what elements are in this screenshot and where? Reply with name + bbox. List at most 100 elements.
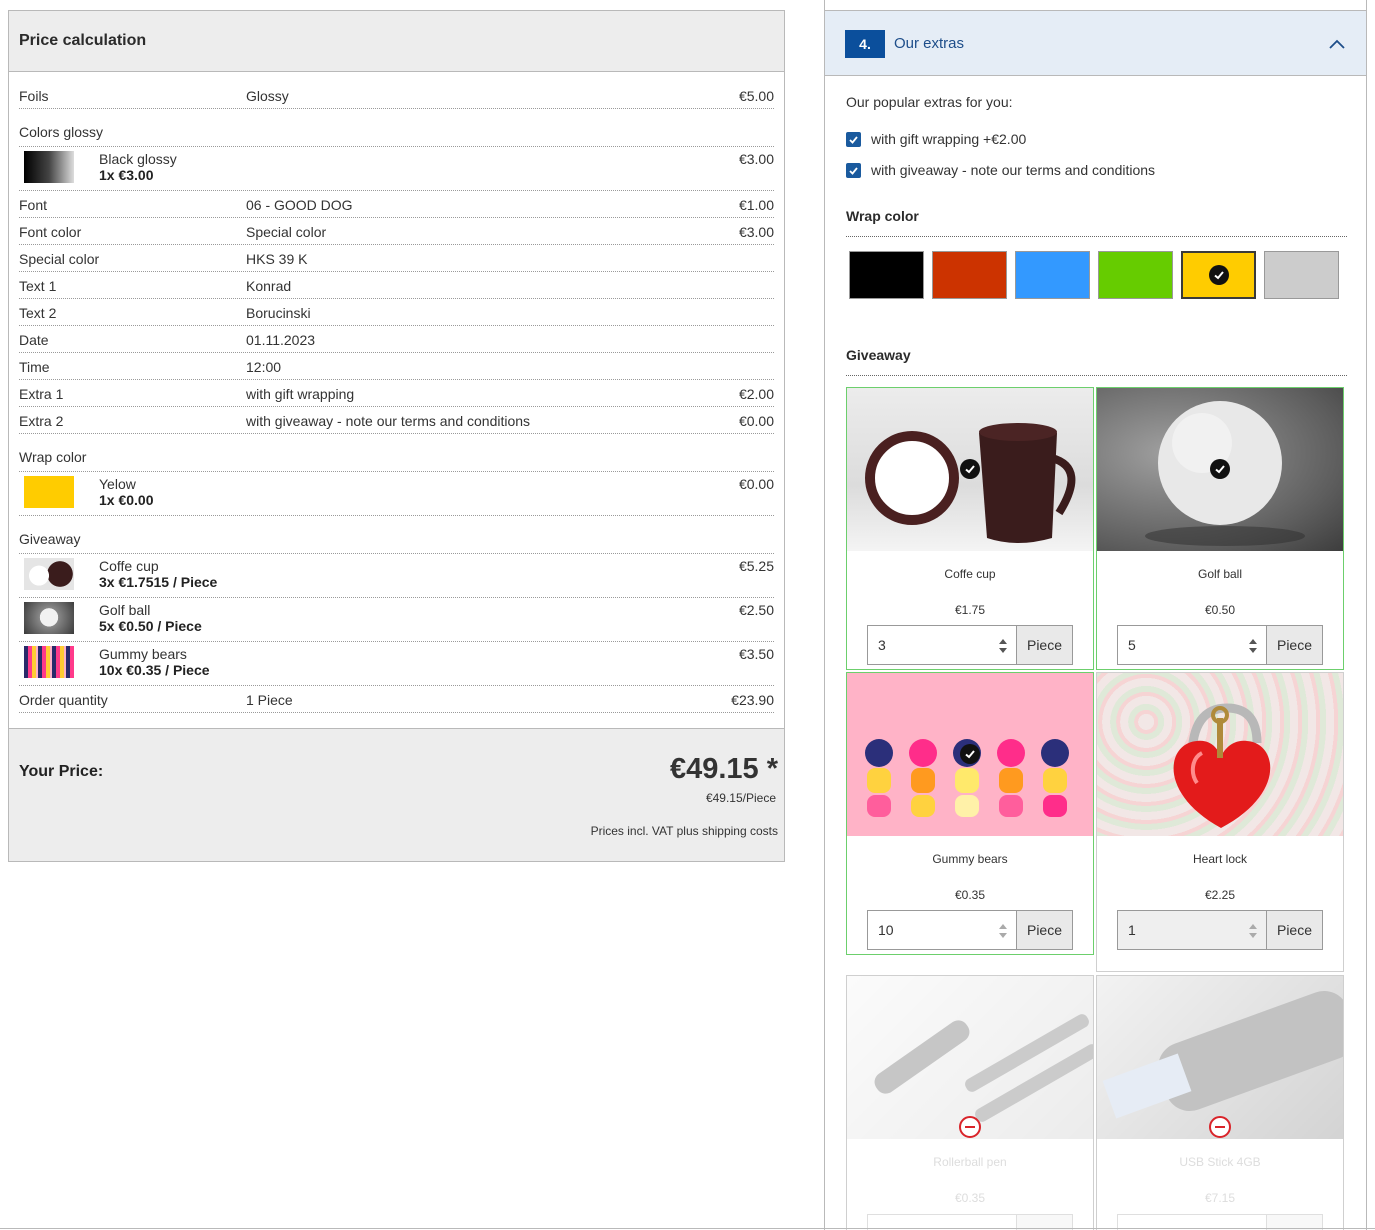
unit-label: Piece xyxy=(1267,625,1323,665)
gift-wrapping-label: with gift wrapping +€2.00 xyxy=(871,131,1027,147)
quantity-input[interactable]: 3 xyxy=(867,625,1017,665)
quantity-stepper[interactable]: 5 Piece xyxy=(1117,625,1323,665)
product-name: Coffe cup xyxy=(944,567,996,581)
product-name: Golf ball xyxy=(1197,567,1243,581)
item-qty: 10x €0.35 / Piece xyxy=(99,662,210,678)
item-qty: 1x €0.00 xyxy=(99,492,154,508)
item-qty: 3x €1.7515 / Piece xyxy=(99,574,218,590)
wrap-color-swatches xyxy=(849,251,1339,299)
swatch-grey[interactable] xyxy=(1264,251,1339,299)
quantity-input[interactable]: 5 xyxy=(1117,625,1267,665)
item-price: €0.00 xyxy=(738,476,774,492)
spinner-icon[interactable] xyxy=(998,637,1008,655)
row-text1: Text 1 Konrad xyxy=(19,272,774,299)
row-price: €23.90 xyxy=(731,692,774,708)
item-golf-ball: Golf ball 5x €0.50 / Piece €2.50 xyxy=(19,598,774,642)
usb-stick-illustration xyxy=(1102,990,1343,1119)
spinner-icon[interactable] xyxy=(1248,922,1258,940)
row-value: Special color xyxy=(246,224,327,240)
black-glossy-swatch xyxy=(24,151,74,183)
checkbox-checked-icon[interactable] xyxy=(846,131,861,147)
extras-accordion-header[interactable]: 4. Our extras xyxy=(825,10,1366,76)
quantity-input[interactable]: 1 xyxy=(1117,910,1267,950)
quantity-input[interactable]: 10 xyxy=(867,910,1017,950)
swatch-green[interactable] xyxy=(1098,251,1173,299)
product-card-rollerball-pen: Rollerball pen €0.35 xyxy=(846,975,1094,1230)
checkbox-checked-icon[interactable] xyxy=(846,162,861,178)
spinner-icon[interactable] xyxy=(998,922,1008,940)
row-label: Font color xyxy=(19,224,82,240)
item-qty: 1x €3.00 xyxy=(99,167,154,183)
check-icon xyxy=(1208,265,1229,285)
item-price: €3.00 xyxy=(738,151,774,167)
row-font: Font 06 - GOOD DOG €1.00 xyxy=(19,191,774,218)
row-value: 01.11.2023 xyxy=(246,332,316,348)
gummy-bears-image xyxy=(847,673,1093,836)
chevron-up-icon[interactable] xyxy=(1328,35,1346,53)
row-value: 06 - GOOD DOG xyxy=(246,197,353,213)
product-card-gummy-bears[interactable]: Gummy bears €0.35 10 Piece xyxy=(846,672,1094,955)
row-label: Special color xyxy=(19,251,100,267)
section-giveaway: Giveaway xyxy=(19,516,774,554)
item-name: Golf ball xyxy=(99,602,151,618)
giveaway-checkbox-row[interactable]: with giveaway - note our terms and condi… xyxy=(846,162,1155,178)
product-card-usb-stick: USB Stick 4GB €7.15 xyxy=(1096,975,1344,1230)
row-label: Time xyxy=(19,359,50,375)
product-card-heart-lock[interactable]: Heart lock €2.25 1 Piece xyxy=(1096,672,1344,972)
row-price: €0.00 xyxy=(738,413,774,429)
product-price: €2.25 xyxy=(1204,888,1236,902)
quantity-stepper[interactable]: 3 Piece xyxy=(867,625,1073,665)
section-wrap-color: Wrap color xyxy=(19,434,774,472)
quantity-stepper[interactable]: 1 Piece xyxy=(1117,910,1323,950)
spinner-icon[interactable] xyxy=(1248,637,1258,655)
quantity-value: 3 xyxy=(878,637,886,653)
giveaway-label: with giveaway - note our terms and condi… xyxy=(871,162,1156,178)
coffe-cup-thumbnail xyxy=(24,558,74,590)
product-card-coffe-cup[interactable]: Coffe cup €1.75 3 Piece xyxy=(846,387,1094,670)
vat-note: Prices incl. VAT plus shipping costs xyxy=(590,824,778,838)
row-label: Order quantity xyxy=(19,692,108,708)
total-price-box: Your Price: €49.15 * €49.15/Piece Prices… xyxy=(9,728,784,861)
unit-label: Piece xyxy=(1267,910,1323,950)
swatch-blue[interactable] xyxy=(1015,251,1090,299)
row-value: Glossy xyxy=(246,88,289,104)
product-card-golf-ball[interactable]: Golf ball €0.50 5 Piece xyxy=(1096,387,1344,670)
gift-wrapping-checkbox-row[interactable]: with gift wrapping +€2.00 xyxy=(846,131,1026,147)
gummy-bears-thumbnail xyxy=(24,646,74,678)
swatch-black[interactable] xyxy=(849,251,924,299)
swatch-yellow[interactable] xyxy=(1181,251,1256,299)
quantity-value: 10 xyxy=(878,922,894,938)
your-price-label: Your Price: xyxy=(19,763,104,780)
heart-lock-illustration xyxy=(1173,703,1271,828)
check-icon xyxy=(1210,459,1230,479)
product-name: Rollerball pen xyxy=(933,1155,1007,1169)
section-colors-glossy: Colors glossy xyxy=(19,109,774,147)
yellow-swatch xyxy=(24,476,74,508)
row-value: 12:00 xyxy=(246,359,282,375)
product-price: €1.75 xyxy=(954,603,986,617)
quantity-stepper[interactable]: 10 Piece xyxy=(867,910,1073,950)
row-value: with giveaway - note our terms and condi… xyxy=(246,413,531,429)
product-price: €0.35 xyxy=(954,888,986,902)
row-date: Date 01.11.2023 xyxy=(19,326,774,353)
row-value: Konrad xyxy=(246,278,292,294)
item-coffe-cup: Coffe cup 3x €1.7515 / Piece €5.25 xyxy=(19,554,774,598)
item-price: €3.50 xyxy=(738,646,774,662)
price-per-piece: €49.15/Piece xyxy=(705,791,776,805)
price-calculation-body: Foils Glossy €5.00 Colors glossy Black g… xyxy=(9,82,784,713)
swatch-red[interactable] xyxy=(932,251,1007,299)
row-price xyxy=(654,250,774,271)
unavailable-icon xyxy=(959,1116,981,1138)
heart-lock-image xyxy=(1097,673,1343,836)
rollerball-pen-image xyxy=(847,976,1093,1139)
row-price xyxy=(654,358,774,379)
row-price: €2.00 xyxy=(738,386,774,402)
extras-panel: 4. Our extras Our popular extras for you… xyxy=(824,0,1367,1230)
product-name: Heart lock xyxy=(1192,852,1248,866)
row-price: €3.00 xyxy=(738,224,774,240)
row-label: Text 1 xyxy=(19,278,57,294)
coffe-cup-image xyxy=(847,388,1093,551)
item-black-glossy: Black glossy 1x €3.00 €3.00 xyxy=(19,147,774,191)
check-icon xyxy=(960,459,980,479)
step-number-badge: 4. xyxy=(845,30,885,58)
